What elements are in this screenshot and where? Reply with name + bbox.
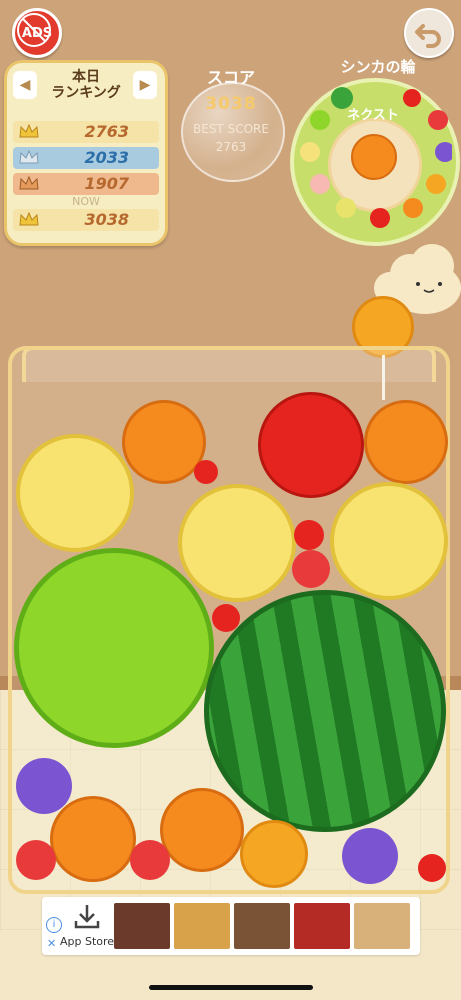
fruit-apple bbox=[258, 392, 364, 498]
gold-crown-icon bbox=[19, 211, 39, 226]
ring-apple-icon bbox=[370, 208, 390, 228]
evolution-ring-title: シンカの輪 bbox=[340, 58, 416, 76]
fruit-dekopon bbox=[240, 820, 308, 888]
fruit-strawberry bbox=[130, 840, 170, 880]
ad-thumbnail-5[interactable] bbox=[354, 903, 410, 949]
close-icon[interactable]: ✕ bbox=[47, 937, 56, 950]
best-score-label: BEST SCORE bbox=[193, 122, 269, 136]
app-store-label: App Store bbox=[60, 935, 115, 948]
ring-pineapple-icon bbox=[300, 142, 320, 162]
undo-button[interactable] bbox=[404, 8, 454, 58]
ranking-next-button[interactable]: ▶ bbox=[133, 71, 157, 99]
ring-pear-icon bbox=[336, 198, 356, 218]
fruit-cherry bbox=[418, 854, 446, 882]
ad-banner[interactable]: i ✕ App Store bbox=[42, 897, 420, 955]
fruit-strawberry bbox=[16, 840, 56, 880]
ranking-title-line1: 本日 bbox=[72, 69, 100, 85]
chevron-right-icon: ▶ bbox=[139, 77, 151, 93]
next-fruit-orange bbox=[351, 134, 397, 180]
ad-thumbnail-4[interactable] bbox=[294, 903, 350, 949]
ranking-row-1: 2763 bbox=[13, 121, 159, 143]
remove-ads-button[interactable]: ADS bbox=[12, 8, 62, 58]
ring-peach-icon bbox=[310, 174, 330, 194]
bronze-crown-icon bbox=[19, 175, 39, 190]
info-icon[interactable]: i bbox=[46, 917, 62, 933]
ad-thumbnail-3[interactable] bbox=[234, 903, 290, 949]
ad-thumbnail-1[interactable] bbox=[114, 903, 170, 949]
gold-crown-icon bbox=[19, 123, 39, 138]
fruit-strawberry bbox=[292, 550, 330, 588]
chevron-left-icon: ◀ bbox=[19, 77, 31, 93]
fruit-grape bbox=[16, 758, 72, 814]
silver-crown-icon bbox=[19, 149, 39, 164]
ranking-value-now: 3038 bbox=[84, 210, 129, 229]
ranking-row-now: 3038 bbox=[13, 209, 159, 231]
ranking-title: 本日 ランキング bbox=[47, 69, 125, 101]
fruit-pear bbox=[16, 434, 134, 552]
fruit-persimmon bbox=[160, 788, 244, 872]
score-value: 3038 bbox=[205, 94, 257, 114]
ring-watermelon-icon bbox=[331, 87, 353, 109]
ad-thumbnail-2[interactable] bbox=[174, 903, 230, 949]
download-icon[interactable] bbox=[72, 903, 102, 931]
ring-cherry-icon bbox=[403, 89, 421, 107]
fruit-cherry bbox=[294, 520, 324, 550]
fruit-grape bbox=[342, 828, 398, 884]
fruit-cherry bbox=[194, 460, 218, 484]
ranking-row-2: 2033 bbox=[13, 147, 159, 169]
ring-strawberry-icon bbox=[428, 110, 448, 130]
fruit-pear bbox=[178, 484, 296, 602]
ring-grape-icon bbox=[435, 142, 452, 162]
fruit-melon bbox=[14, 548, 214, 748]
ranking-title-line2: ランキング bbox=[51, 85, 121, 101]
fruit-persimmon bbox=[50, 796, 136, 882]
no-ads-icon bbox=[17, 13, 51, 47]
ring-dekopon-icon bbox=[426, 174, 446, 194]
best-score-value: 2763 bbox=[215, 140, 247, 154]
ranking-row-3: 1907 bbox=[13, 173, 159, 195]
ring-persimmon-icon bbox=[403, 198, 423, 218]
ranking-value-2: 2033 bbox=[84, 148, 129, 167]
fruit-pear bbox=[330, 482, 448, 600]
ranking-value-3: 1907 bbox=[84, 174, 129, 193]
now-label: NOW bbox=[72, 195, 100, 208]
daily-ranking-panel: ◀ ▶ 本日 ランキング 2763 2033 1907 NOW 3038 bbox=[4, 60, 168, 246]
ranking-prev-button[interactable]: ◀ bbox=[13, 71, 37, 99]
fruit-watermelon bbox=[204, 590, 446, 832]
home-indicator[interactable] bbox=[149, 985, 313, 990]
ranking-value-1: 2763 bbox=[84, 122, 129, 141]
undo-arrow-icon bbox=[415, 24, 441, 48]
ring-melon-icon bbox=[310, 110, 330, 130]
fruit-persimmon bbox=[364, 400, 448, 484]
